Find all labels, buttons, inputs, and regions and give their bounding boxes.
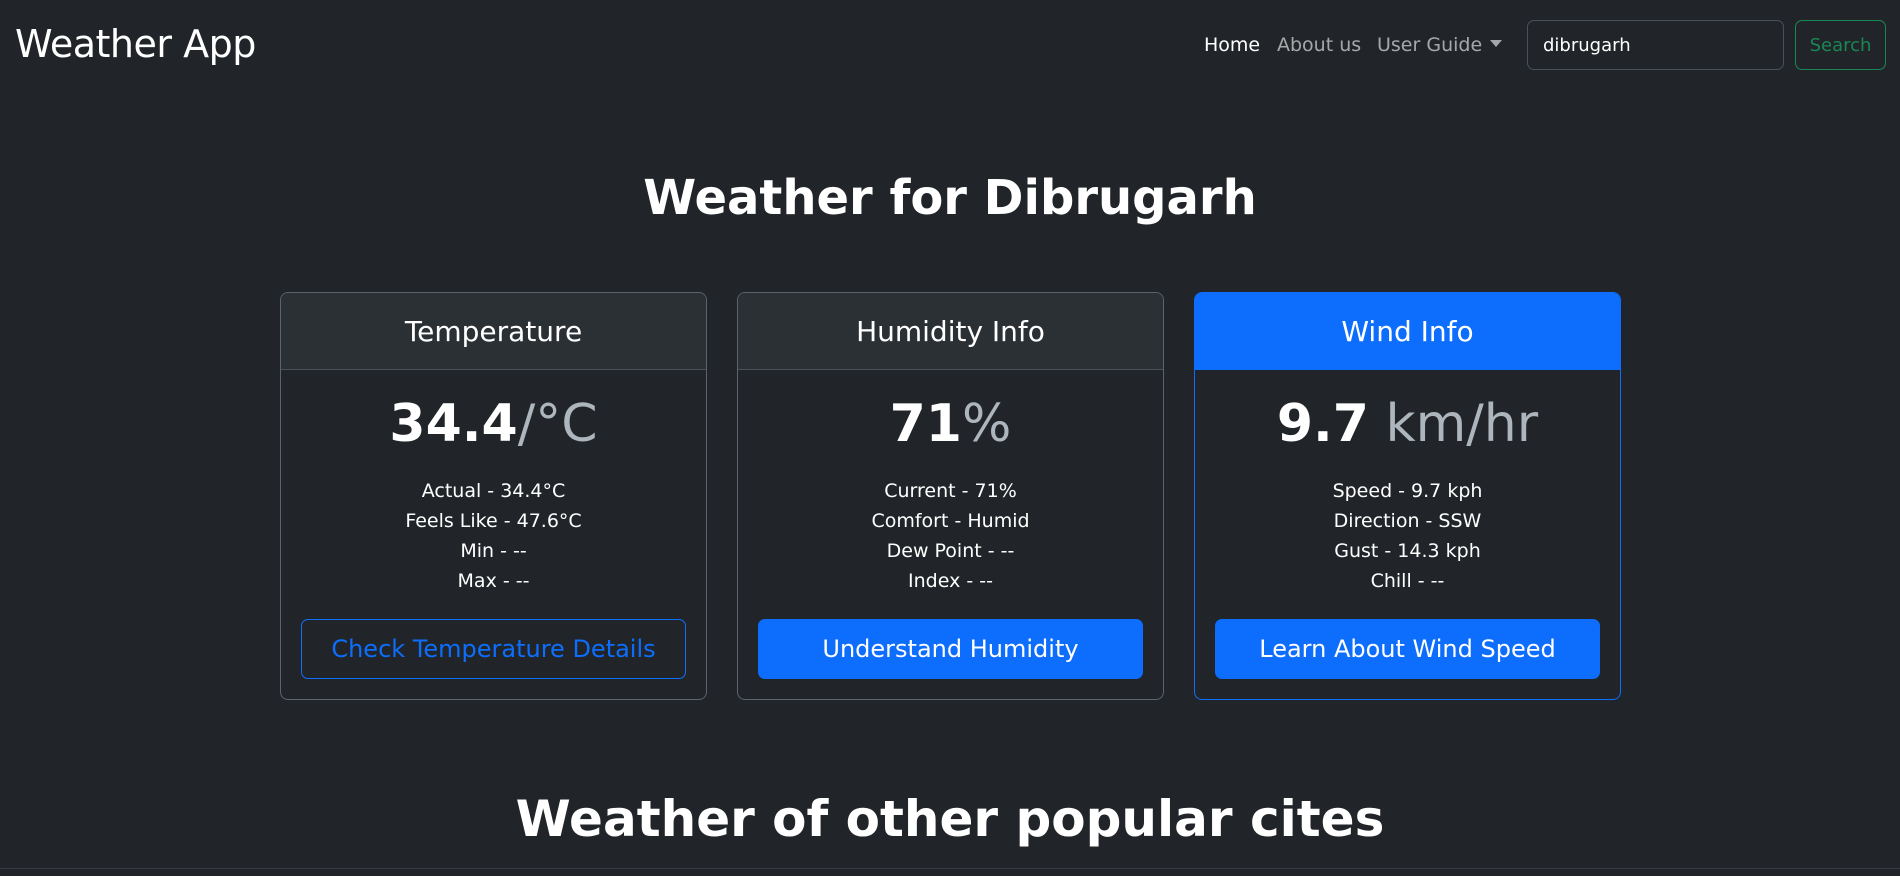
detail-line: Dew Point - -- [886,540,1015,562]
value-unit: km/hr [1368,394,1539,454]
detail-line: Feels Like - 47.6°C [405,510,582,532]
learn-about-wind-speed-button[interactable]: Learn About Wind Speed [1215,619,1600,679]
detail-line: Speed - 9.7 kph [1332,480,1483,502]
understand-humidity-button[interactable]: Understand Humidity [758,619,1143,679]
chevron-down-icon [1490,40,1503,47]
humidity-card: Humidity Info 71% Current - 71% Comfort … [737,292,1164,700]
nav-home[interactable]: Home [1204,34,1260,58]
temperature-card: Temperature 34.4/°C Actual - 34.4°C Feel… [280,292,707,700]
nav-about-us[interactable]: About us [1277,34,1361,58]
divider [0,868,1900,869]
nav-user-guide-dropdown[interactable]: User Guide [1377,34,1503,58]
detail-line: Actual - 34.4°C [421,480,566,502]
navbar: Weather App Home About us User Guide Sea… [0,0,1900,92]
value-unit: % [961,394,1012,454]
check-temperature-details-button[interactable]: Check Temperature Details [301,619,686,679]
search-input[interactable] [1527,20,1784,70]
detail-line: Gust - 14.3 kph [1334,540,1481,562]
wind-value: 9.7 km/hr [1195,392,1620,456]
temperature-value: 34.4/°C [281,392,706,456]
card-header: Temperature [281,293,706,370]
card-details: Speed - 9.7 kph Direction - SSW Gust - 1… [1195,476,1620,596]
card-details: Actual - 34.4°C Feels Like - 47.6°C Min … [281,476,706,596]
detail-line: Chill - -- [1370,570,1445,592]
value-number: 34.4 [389,394,518,454]
nav-user-guide-label: User Guide [1377,34,1483,56]
card-header: Wind Info [1195,293,1620,370]
detail-line: Min - -- [460,540,527,562]
detail-line: Comfort - Humid [871,510,1030,532]
detail-line: Direction - SSW [1333,510,1482,532]
detail-line: Max - -- [457,570,530,592]
wind-card: Wind Info 9.7 km/hr Speed - 9.7 kph Dire… [1194,292,1621,700]
humidity-value: 71% [738,392,1163,456]
detail-line: Index - -- [908,570,993,592]
search-button[interactable]: Search [1795,20,1886,70]
section-title: Weather of other popular cites [515,790,1385,848]
detail-line: Current - 71% [884,480,1017,502]
card-header: Humidity Info [738,293,1163,370]
page-title: Weather for Dibrugarh [643,170,1257,226]
value-number: 9.7 [1276,394,1369,454]
value-unit: /°C [517,394,598,454]
brand-logo[interactable]: Weather App [15,22,256,66]
card-details: Current - 71% Comfort - Humid Dew Point … [738,476,1163,596]
value-number: 71 [889,394,962,454]
